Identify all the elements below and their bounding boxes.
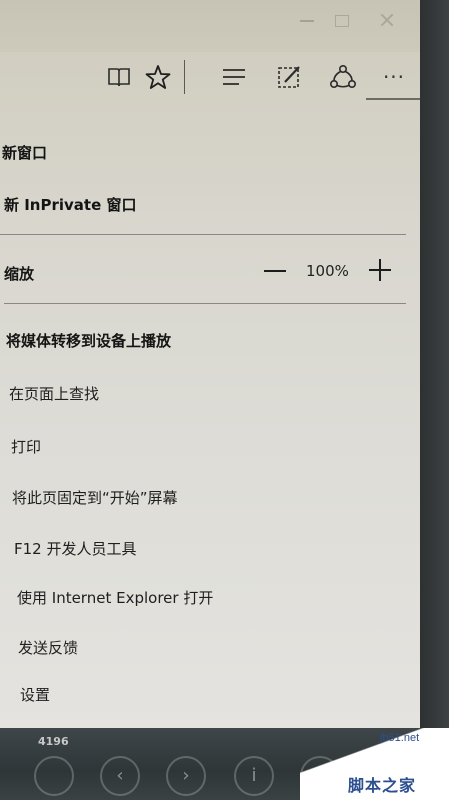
menu-item-new-window[interactable]: 新窗口 [2,142,47,163]
more-active-indicator [366,98,420,100]
menu-divider [0,234,406,235]
taskbar-number: 4196 [38,735,69,748]
menu-item-print[interactable]: 打印 [11,436,41,457]
menu-item-settings[interactable]: 设置 [20,684,50,705]
menu-item-send-feedback[interactable]: 发送反馈 [18,637,78,658]
web-note-icon[interactable] [276,62,304,92]
zoom-out-button[interactable] [262,259,290,283]
zoom-in-button[interactable] [366,257,394,285]
menu-divider [4,303,406,304]
menu-item-f12-tools[interactable]: F12 开发人员工具 [14,538,136,559]
close-button[interactable] [380,13,394,27]
reading-view-icon[interactable] [106,62,132,92]
menu-item-cast-media[interactable]: 将媒体转移到设备上播放 [6,330,171,351]
favorite-star-icon[interactable] [144,62,172,92]
zoom-value: 100% [306,262,349,280]
more-icon[interactable]: ··· [378,62,410,92]
watermark-name: 脚本之家 [348,776,417,795]
menu-item-open-with-ie[interactable]: 使用 Internet Explorer 打开 [17,587,213,608]
back-icon[interactable]: ‹ [100,756,140,796]
more-label: ··· [382,65,406,89]
browser-toolbar: ··· [0,52,420,102]
background-edge [420,0,449,728]
forward-icon[interactable]: › [166,756,206,796]
share-icon[interactable] [328,62,358,92]
info-icon[interactable]: i [234,756,274,796]
menu-item-new-inprivate[interactable]: 新 InPrivate 窗口 [4,194,136,215]
taskbar-button[interactable] [34,756,74,796]
maximize-button[interactable] [335,15,349,27]
minimize-button[interactable] [300,20,314,22]
watermark-url: jb51.net [380,732,420,744]
title-bar [0,0,420,52]
menu-item-find-on-page[interactable]: 在页面上查找 [9,383,99,404]
hub-icon[interactable] [220,62,248,92]
zoom-label: 缩放 [4,265,35,283]
menu-item-pin-to-start[interactable]: 将此页固定到“开始”屏幕 [12,487,178,508]
edge-browser-window: ··· 新窗口 新 InPrivate 窗口 缩放 100% 将媒体转移到设备上… [0,0,420,728]
toolbar-separator [184,60,185,94]
